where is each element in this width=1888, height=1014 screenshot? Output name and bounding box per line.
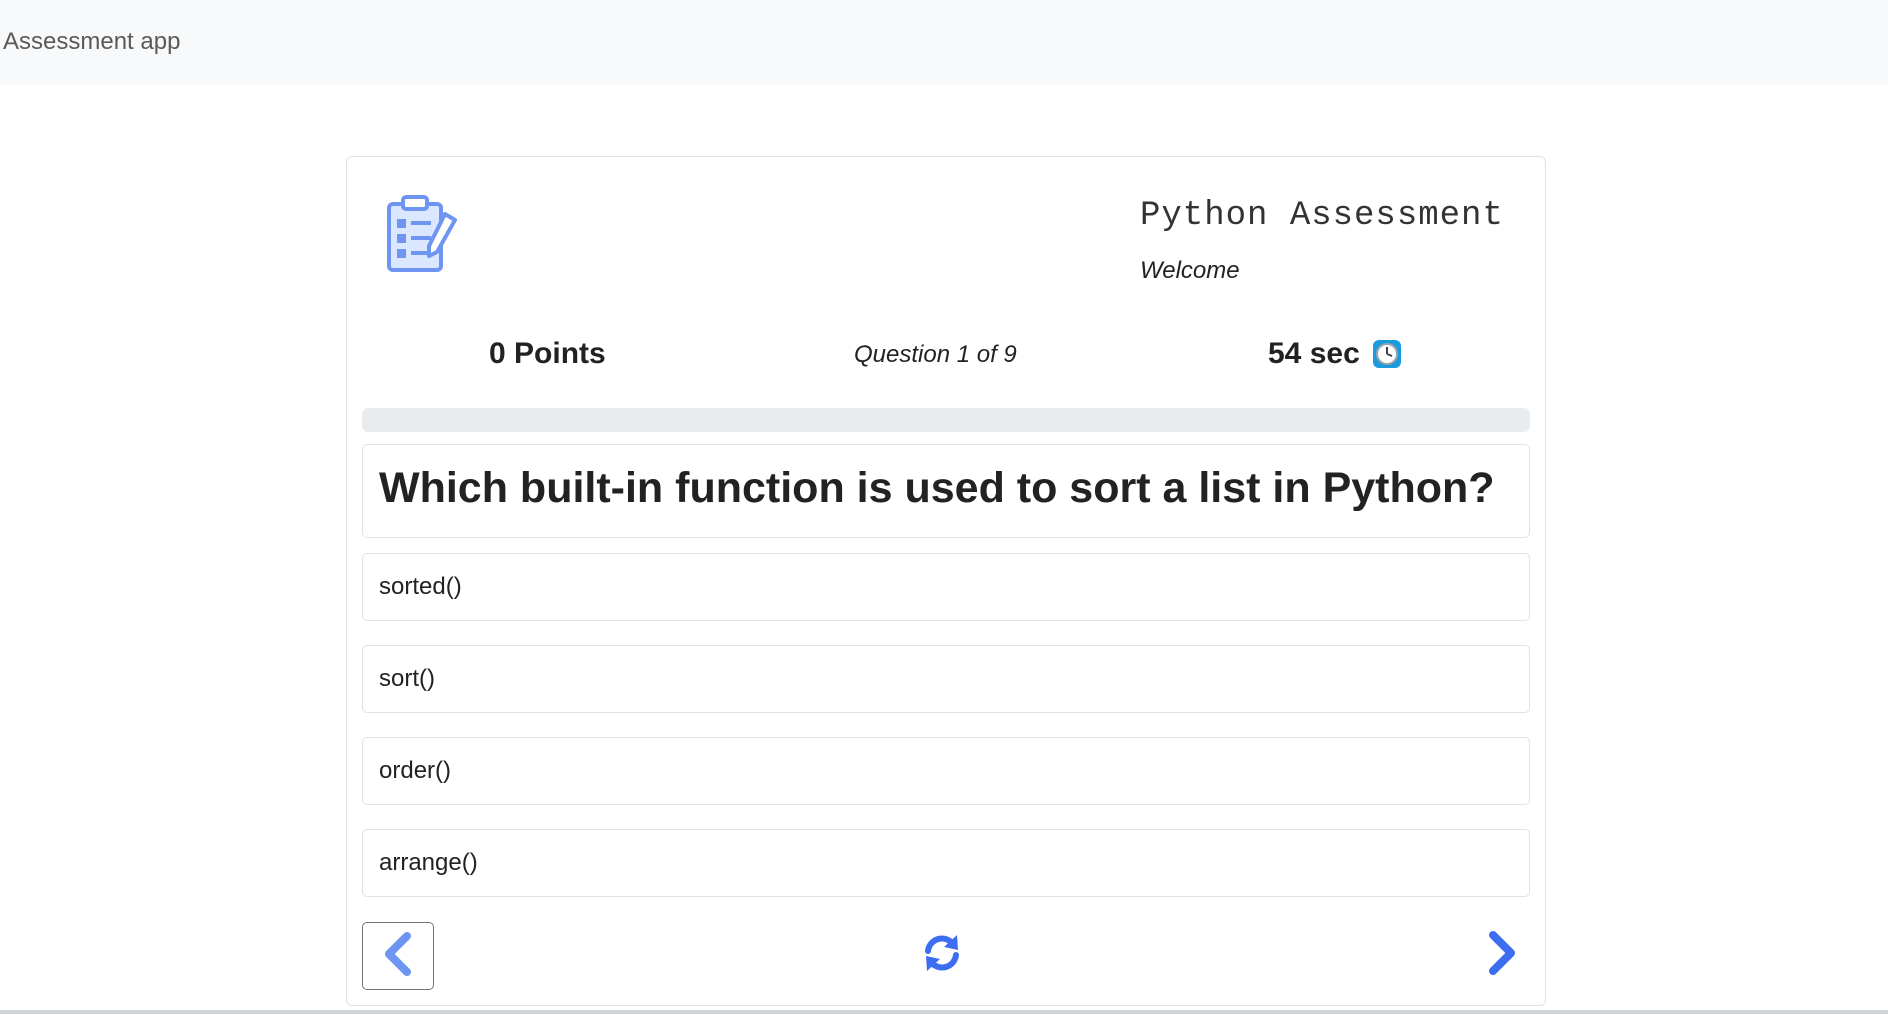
chevron-right-icon: [1487, 930, 1517, 980]
next-button[interactable]: [1477, 930, 1527, 980]
clipboard-checklist-icon: [385, 194, 459, 274]
welcome-text: Welcome: [1140, 257, 1240, 284]
clock-icon: [1372, 339, 1402, 369]
points-display: 0 Points: [489, 337, 606, 370]
question-box: Which built-in function is used to sort …: [362, 444, 1530, 538]
answer-option[interactable]: sort(): [362, 645, 1530, 713]
previous-button[interactable]: [362, 922, 434, 990]
stats-bar: 0 Points Question 1 of 9 54 sec: [347, 337, 1547, 387]
refresh-icon: [920, 931, 964, 980]
chevron-left-icon: [383, 931, 413, 981]
question-text: Which built-in function is used to sort …: [379, 464, 1495, 512]
window-bottom-edge: [0, 1010, 1888, 1014]
answer-option[interactable]: sorted(): [362, 553, 1530, 621]
reset-button[interactable]: [917, 930, 967, 980]
timer-text: 54 sec: [1268, 337, 1360, 370]
navbar-brand[interactable]: Assessment app: [3, 28, 180, 56]
timer: 54 sec: [1268, 337, 1402, 371]
question-counter: Question 1 of 9: [854, 341, 1017, 368]
assessment-title: Python Assessment: [1140, 197, 1504, 235]
answer-option[interactable]: arrange(): [362, 829, 1530, 897]
assessment-card: Python Assessment Welcome 0 Points Quest…: [346, 156, 1546, 1006]
navbar: Assessment app: [0, 0, 1888, 85]
progress-bar: [362, 408, 1530, 432]
answer-option[interactable]: order(): [362, 737, 1530, 805]
